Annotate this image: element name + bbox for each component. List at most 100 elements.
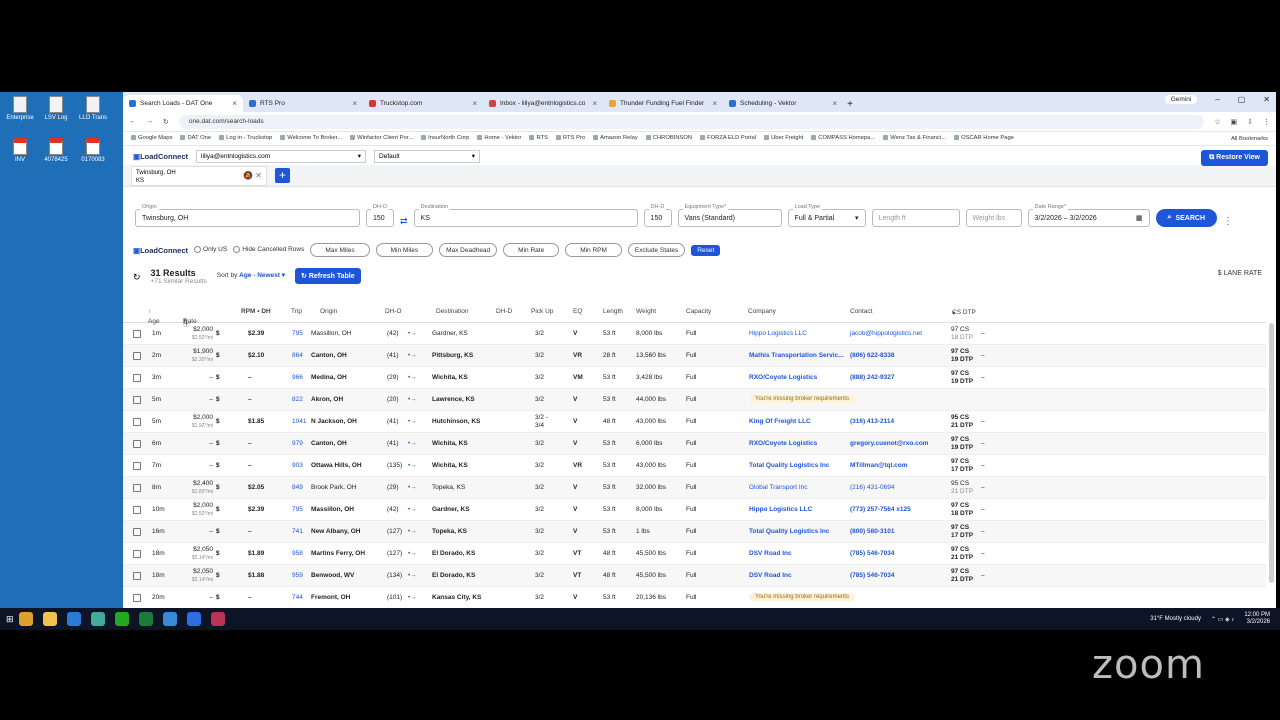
url-field[interactable]: one.dat.com/search-loads [178,114,1205,129]
bookmark-item[interactable]: FORZA ELD Portal [700,135,756,142]
broker-warning[interactable]: You're missing broker requirements [749,593,855,601]
row-checkbox[interactable] [133,330,141,338]
similar-results-link[interactable]: +71 Similar Results [151,278,207,285]
col-dhd[interactable]: DH-D [496,308,512,315]
col-company[interactable]: Company [748,308,776,315]
download-icon[interactable]: ⇩ [1247,118,1253,126]
route-arrow-icon[interactable]: •→ [408,594,417,601]
bookmark-item[interactable]: Home - Vektor [477,135,521,142]
app-icon[interactable] [114,612,129,626]
row-checkbox[interactable] [133,418,141,426]
trip-link[interactable]: 822 [292,396,303,403]
company-link[interactable]: Global Transport Inc [749,484,808,491]
bookmark-item[interactable]: Winfactor Client Por... [350,135,413,142]
excel-icon[interactable] [138,612,153,626]
company-link[interactable]: DSV Road Inc [749,550,792,557]
row-checkbox[interactable] [133,396,141,404]
table-row[interactable]: 18m $2,050 $2.14*/mi $ $1.88 959 Benwood, WV (1… [123,565,1266,587]
trip-link[interactable]: 1041 [292,418,306,425]
company-link[interactable]: RXO/Coyote Logistics [749,440,817,447]
dollar-icon[interactable]: $ [216,594,220,601]
trip-link[interactable]: 959 [292,572,303,579]
trip-link[interactable]: 741 [292,528,303,535]
table-row[interactable]: 18m $2,050 $2.14*/mi $ $1.89 958 Martins Ferry… [123,543,1266,565]
dollar-icon[interactable]: $ [216,396,220,403]
destination-field[interactable]: Destination KS [413,204,638,227]
trip-link[interactable]: 903 [292,462,303,469]
app-icon[interactable] [18,612,33,626]
desktop-icon[interactable]: INV [0,138,40,163]
bookmark-item[interactable]: Welcome To Broker... [280,135,342,142]
contact-link[interactable]: jacob@hippologistics.net [850,330,922,337]
trip-link[interactable]: 744 [292,594,303,601]
contact-link[interactable]: (800) 580-3101 [850,528,894,535]
bookmark-item[interactable]: DAT One [180,135,211,142]
row-checkbox[interactable] [133,506,141,514]
broker-warning[interactable]: You're missing broker requirements [749,395,855,403]
max-miles-chip[interactable]: Max Miles [310,243,370,257]
desktop-icon[interactable]: Enterprise [0,96,40,121]
min-rpm-chip[interactable]: Min RPM [565,243,622,257]
all-bookmarks[interactable]: All Bookmarks [1231,136,1268,142]
route-arrow-icon[interactable]: •→ [408,440,417,447]
route-arrow-icon[interactable]: •→ [408,462,417,469]
company-link[interactable]: RXO/Coyote Logistics [749,374,817,381]
close-icon[interactable]: × [232,99,237,108]
col-capacity[interactable]: Capacity [686,308,711,315]
minimize-icon[interactable]: – [1215,95,1219,104]
tab-truckstop[interactable]: Truckstop.com × [363,95,483,112]
trip-link[interactable]: 979 [292,440,303,447]
col-weight[interactable]: Weight [636,308,656,315]
col-eq[interactable]: EQ [573,308,582,315]
more-options-icon[interactable]: ⋮ [1223,216,1233,227]
table-row[interactable]: 1m $2,000 $2.52*/mi $ $2.39 795 Massillon, OH (… [123,323,1266,345]
swap-icon[interactable]: ⇄ [400,216,408,227]
col-origin[interactable]: Origin [320,308,337,315]
dhd-field[interactable]: DH-D 150 [643,204,672,227]
col-pickup[interactable]: Pick Up [531,308,553,315]
col-age[interactable]: Age ↑ [148,308,160,325]
col-trip[interactable]: Trip [291,308,302,315]
col-dho[interactable]: DH-O [385,308,402,315]
reset-button[interactable]: Reset [691,244,721,256]
date-range-field[interactable]: Date Range* 3/2/2026 – 3/2/2026 ▦ [1027,204,1150,227]
bookmark-item[interactable]: RTS Pro [556,135,585,142]
tab-dat-search[interactable]: Search Loads - DAT One × [123,95,243,112]
close-icon[interactable]: × [712,99,717,108]
desktop-icon[interactable]: LSV Log [36,96,76,121]
refresh-table-button[interactable]: ↻ Refresh Table [295,268,361,284]
menu-icon[interactable]: ⋮ [1263,118,1270,126]
row-checkbox[interactable] [133,594,141,602]
equipment-field[interactable]: Equipment Type* Vans (Standard) [677,204,782,227]
contact-link[interactable]: (216) 431-0694 [850,484,894,491]
route-arrow-icon[interactable]: •→ [408,374,417,381]
contact-link[interactable]: gregory.cuenot@rxo.com [850,440,928,447]
contact-link[interactable]: (806) 622-8338 [850,352,894,359]
bookmark-star-icon[interactable]: ☆ [1214,118,1220,126]
company-link[interactable]: Total Quality Logistics Inc [749,462,829,469]
row-checkbox[interactable] [133,440,141,448]
table-row[interactable]: 3m – $ –966 Medina, OH (29) •→ Wichita, KS 3/2 VM… [123,367,1266,389]
lane-rate-button[interactable]: $ LANE RATE [1218,270,1262,277]
restore-view-button[interactable]: ⧉ Restore View [1201,150,1268,166]
app-icon[interactable] [210,612,225,626]
trip-link[interactable]: 795 [292,330,303,337]
tab-vektor[interactable]: Scheduling - Vektor × [723,95,843,112]
origin-field[interactable]: Origin Twinsburg, OH [135,204,360,227]
table-row[interactable]: 10m $2,000 $2.52*/mi $ $2.39 795 Massillon, OH… [123,499,1266,521]
app-icon[interactable] [162,612,177,626]
search-tab-card[interactable]: Twinsburg, OH KS 🔕 ✕ [131,165,267,186]
table-row[interactable]: 8m $2,400 $2.83*/mi $ $2.05 849 Brook Park, OH… [123,477,1266,499]
bookmark-item[interactable]: OSCAR Home Page [954,135,1014,142]
tray-icons[interactable]: ⌃ ▭ ◈ ♪ [1211,616,1234,623]
contact-link[interactable]: (773) 257-7564 x125 [850,506,911,513]
bookmark-item[interactable]: Log in - Truckstop [219,135,272,142]
close-window-icon[interactable]: ✕ [1263,95,1270,104]
table-row[interactable]: 7m – $ –903 Ottawa Hills, OH (135) •→ Wichita, … [123,455,1266,477]
company-link[interactable]: Mathis Transportation Servic... [749,352,844,359]
route-arrow-icon[interactable]: •→ [408,550,417,557]
close-icon[interactable]: × [592,99,597,108]
mute-close-icons[interactable]: 🔕 ✕ [243,171,262,180]
gemini-button[interactable]: Gemini [1164,95,1198,104]
close-icon[interactable]: × [352,99,357,108]
